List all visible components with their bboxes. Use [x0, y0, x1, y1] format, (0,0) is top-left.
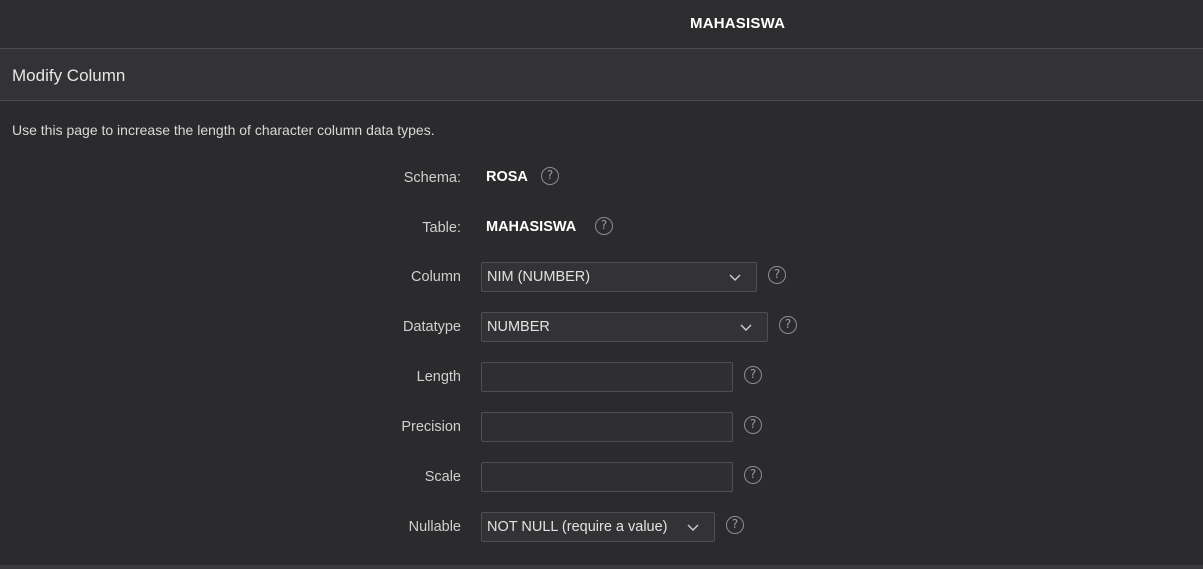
datatype-select[interactable]: NUMBER — [481, 312, 768, 342]
page-title: MAHASISWA — [690, 15, 786, 32]
column-select[interactable]: NIM (NUMBER) — [481, 262, 757, 292]
region-heading: Modify Column — [12, 66, 126, 85]
modify-column-form: Use this page to increase the length of … — [0, 101, 1203, 565]
schema-help-icon[interactable]: ? — [541, 167, 559, 185]
chevron-down-icon — [740, 324, 752, 331]
column-label: Column — [411, 269, 461, 285]
nullable-select[interactable]: NOT NULL (require a value) — [481, 512, 715, 542]
schema-value: ROSA — [486, 169, 528, 185]
nullable-label: Nullable — [408, 519, 461, 535]
schema-row: Schema: ROSA ? — [0, 163, 1203, 193]
scale-row: Scale ? — [0, 462, 1203, 492]
datatype-select-value: NUMBER — [487, 319, 550, 335]
scale-help-icon[interactable]: ? — [744, 466, 762, 484]
schema-label: Schema: — [403, 170, 461, 186]
chevron-down-icon — [687, 524, 699, 531]
length-row: Length ? — [0, 362, 1203, 392]
precision-row: Precision ? — [0, 412, 1203, 442]
length-help-icon[interactable]: ? — [744, 366, 762, 384]
datatype-label: Datatype — [402, 319, 461, 335]
nullable-help-icon[interactable]: ? — [726, 516, 744, 534]
column-row: Column NIM (NUMBER) ? — [0, 262, 1203, 292]
table-label: Table: — [422, 220, 461, 236]
precision-label: Precision — [401, 419, 461, 435]
table-help-icon[interactable]: ? — [595, 217, 613, 235]
nullable-row: Nullable NOT NULL (require a value) ? — [0, 512, 1203, 542]
column-select-value: NIM (NUMBER) — [487, 269, 591, 285]
length-label: Length — [416, 369, 461, 385]
scale-input[interactable] — [481, 462, 733, 492]
region-header: Modify Column — [0, 49, 1203, 101]
precision-help-icon[interactable]: ? — [744, 416, 762, 434]
scale-label: Scale — [424, 469, 461, 485]
table-row: Table: MAHASISWA ? — [0, 213, 1203, 243]
datatype-row: Datatype NUMBER ? — [0, 312, 1203, 342]
chevron-down-icon — [729, 274, 741, 281]
precision-input[interactable] — [481, 412, 733, 442]
nullable-select-value: NOT NULL (require a value) — [487, 519, 668, 535]
datatype-help-icon[interactable]: ? — [779, 316, 797, 334]
top-bar: MAHASISWA — [0, 0, 1203, 49]
intro-text: Use this page to increase the length of … — [12, 122, 435, 138]
bottom-divider — [0, 565, 1203, 569]
table-value: MAHASISWA — [486, 219, 577, 235]
length-input[interactable] — [481, 362, 733, 392]
column-help-icon[interactable]: ? — [768, 266, 786, 284]
